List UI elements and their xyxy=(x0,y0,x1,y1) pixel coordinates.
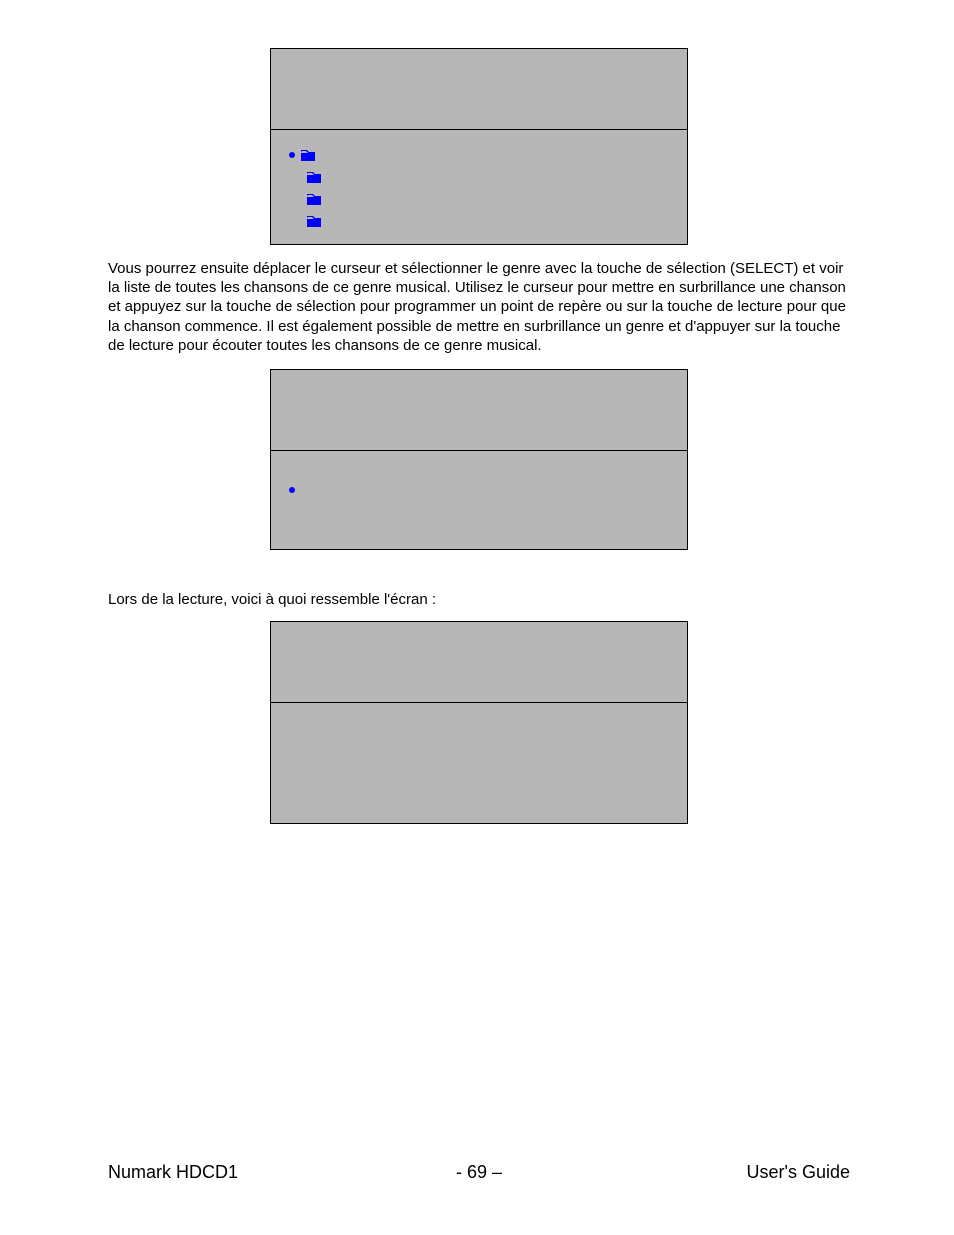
screen-mockup-2 xyxy=(270,369,688,550)
screen-top-area xyxy=(271,370,687,451)
screen-folder-list xyxy=(271,130,687,244)
folder-row xyxy=(289,166,669,188)
screen-selection-area xyxy=(271,451,687,549)
document-page: Vous pourrez ensuite déplacer le curseur… xyxy=(0,0,954,1235)
selection-dot-icon xyxy=(289,152,295,158)
folder-row xyxy=(289,188,669,210)
footer-page-number: - 69 – xyxy=(355,1162,602,1183)
page-footer: Numark HDCD1 - 69 – User's Guide xyxy=(0,1162,954,1183)
screen-mockup-1 xyxy=(270,48,688,245)
folder-row-selected xyxy=(289,144,669,166)
footer-doc-title: User's Guide xyxy=(603,1162,850,1183)
folder-icon xyxy=(307,194,321,205)
selection-dot-icon xyxy=(289,487,295,493)
screen-playback-area xyxy=(271,703,687,823)
footer-product: Numark HDCD1 xyxy=(108,1162,355,1183)
screen-mockup-3 xyxy=(270,621,688,824)
folder-icon xyxy=(301,150,315,161)
screen-top-area xyxy=(271,49,687,130)
body-paragraph: Vous pourrez ensuite déplacer le curseur… xyxy=(108,259,850,355)
selection-row xyxy=(289,479,669,501)
playback-intro-text: Lors de la lecture, voici à quoi ressemb… xyxy=(108,590,850,609)
screen-top-area xyxy=(271,622,687,703)
folder-icon xyxy=(307,172,321,183)
folder-icon xyxy=(307,216,321,227)
folder-row xyxy=(289,210,669,232)
